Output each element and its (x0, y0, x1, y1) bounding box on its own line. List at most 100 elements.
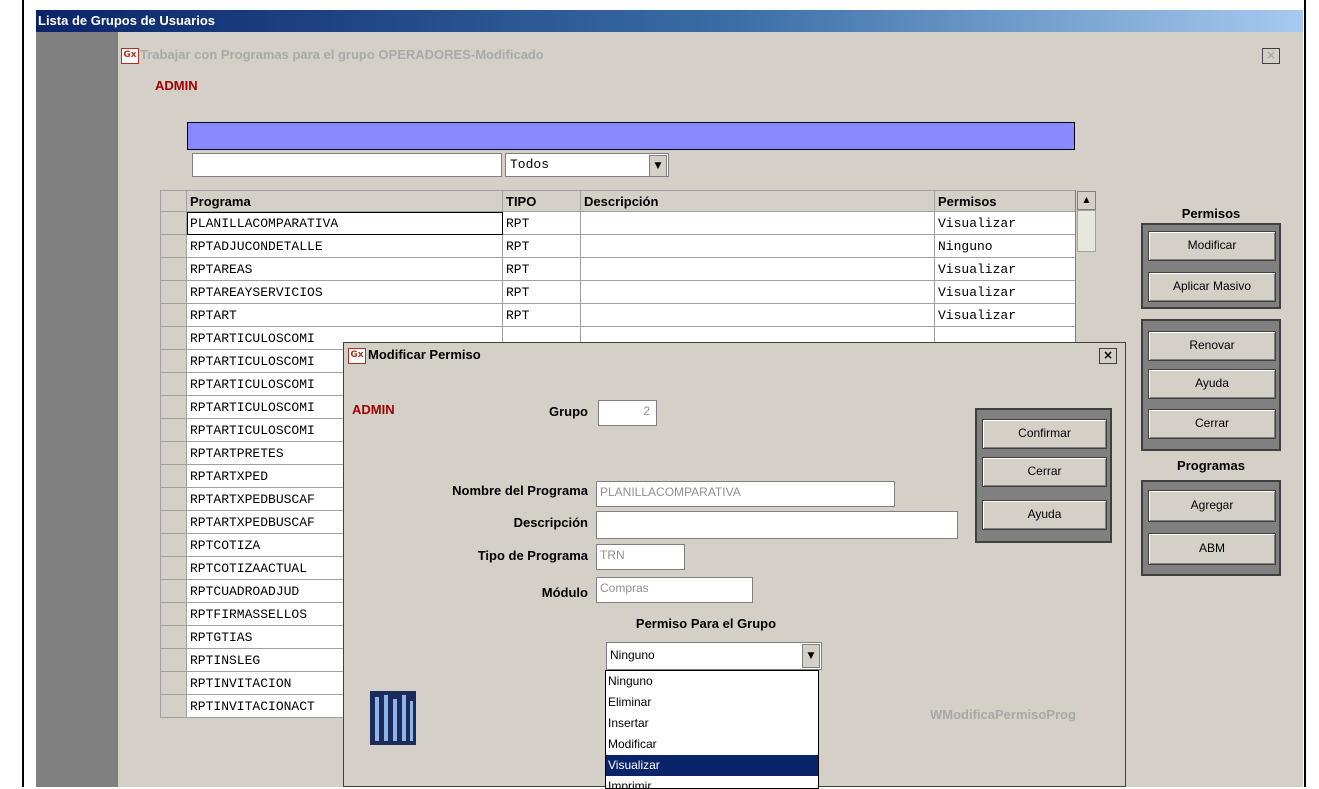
right-border (1304, 0, 1306, 787)
close-icon[interactable]: × (1099, 348, 1117, 364)
permisos-section-label: Permisos (1181, 206, 1241, 221)
renovar-button[interactable]: Renovar (1148, 331, 1276, 361)
nombre-programa-label: Nombre del Programa (452, 483, 588, 498)
row-indicator[interactable] (160, 418, 187, 442)
cell-tipo[interactable]: RPT (502, 211, 581, 235)
modulo-field[interactable]: Compras (596, 577, 753, 603)
dropdown-option[interactable]: Imprimir (606, 776, 818, 788)
row-indicator[interactable] (160, 464, 187, 488)
cell-descripcion[interactable] (580, 257, 935, 281)
dropdown-option[interactable]: Modificar (606, 734, 818, 755)
program-filter-input[interactable] (192, 153, 502, 177)
row-indicator[interactable] (160, 510, 187, 534)
row-indicator[interactable] (160, 602, 187, 626)
cell-permisos[interactable]: Ninguno (934, 234, 1077, 258)
cell-tipo[interactable]: RPT (502, 303, 581, 327)
confirmar-button[interactable]: Confirmar (982, 419, 1107, 449)
cell-descripcion[interactable] (580, 280, 935, 304)
close-icon[interactable]: × (1262, 48, 1280, 64)
table-row[interactable]: RPTAREAYSERVICIOS RPT Visualizar (160, 280, 1077, 304)
dropdown-option[interactable]: Eliminar (606, 692, 818, 713)
permiso-dropdown-list[interactable]: Ninguno Eliminar Insertar Modificar Visualiz… (605, 670, 819, 789)
row-indicator[interactable] (160, 694, 187, 718)
cerrar-button[interactable]: Cerrar (1148, 409, 1276, 439)
child-window-titlebar: Gx Trabajar con Programas para el grupo … (118, 44, 1286, 66)
agregar-button[interactable]: Agregar (1148, 490, 1276, 522)
grupo-field[interactable]: 2 (598, 400, 657, 426)
row-indicator[interactable] (160, 280, 187, 304)
row-indicator[interactable] (160, 349, 187, 373)
cell-permisos[interactable]: Visualizar (934, 211, 1077, 235)
row-indicator[interactable] (160, 671, 187, 695)
row-indicator[interactable] (160, 257, 187, 281)
row-indicator[interactable] (160, 395, 187, 419)
dialog-user-label: ADMIN (352, 402, 395, 417)
ayuda-button[interactable]: Ayuda (1148, 369, 1276, 399)
table-row[interactable]: RPTART RPT Visualizar (160, 303, 1077, 327)
cell-programa[interactable]: RPTART (186, 303, 503, 327)
dialog-title: Modificar Permiso (368, 347, 481, 362)
aplicar-masivo-button[interactable]: Aplicar Masivo (1148, 272, 1276, 302)
modificar-button[interactable]: Modificar (1148, 231, 1276, 261)
row-indicator[interactable] (160, 303, 187, 327)
row-indicator[interactable] (160, 211, 187, 235)
cell-programa[interactable]: RPTADJUCONDETALLE (186, 234, 503, 258)
descripcion-field[interactable] (596, 511, 958, 539)
tipo-filter-select[interactable]: Todos ▼ (505, 153, 669, 177)
abm-button[interactable]: ABM (1148, 533, 1276, 565)
tipo-filter-value: Todos (510, 157, 550, 172)
chevron-down-icon[interactable]: ▼ (802, 644, 820, 668)
cell-permisos[interactable]: Visualizar (934, 280, 1077, 304)
grid-header-band (187, 122, 1075, 150)
arrow-up-icon[interactable]: ▲ (1077, 191, 1096, 210)
row-indicator[interactable] (160, 326, 187, 350)
grid-header-row: Programa TIPO Descripción Permisos (160, 190, 1077, 212)
row-indicator[interactable] (160, 487, 187, 511)
gx-window-icon: Gx (348, 348, 366, 364)
table-row[interactable]: PLANILLACOMPARATIVA RPT Visualizar (160, 211, 1077, 235)
chevron-down-icon[interactable]: ▼ (649, 155, 667, 177)
descripcion-label: Descripción (513, 515, 588, 530)
cell-permisos[interactable]: Visualizar (934, 303, 1077, 327)
gx-window-icon: Gx (121, 48, 139, 64)
grid-corner (160, 190, 187, 212)
row-indicator[interactable] (160, 441, 187, 465)
permiso-grupo-select[interactable]: Ninguno ▼ (606, 642, 822, 670)
cell-programa[interactable]: PLANILLACOMPARATIVA (186, 211, 503, 235)
dropdown-option[interactable]: Visualizar (606, 755, 818, 776)
scroll-thumb[interactable] (1077, 210, 1096, 252)
cell-programa[interactable]: RPTAREAS (186, 257, 503, 281)
row-indicator[interactable] (160, 234, 187, 258)
cell-permisos[interactable]: Visualizar (934, 257, 1077, 281)
grupo-label: Grupo (549, 404, 588, 419)
dropdown-option[interactable]: Ninguno (606, 671, 818, 692)
table-row[interactable]: RPTAREAS RPT Visualizar (160, 257, 1077, 281)
form-watermark: WModificaPermisoProg (930, 707, 1076, 722)
row-indicator[interactable] (160, 625, 187, 649)
dialog-titlebar: Gx Modificar Permiso × (344, 343, 1125, 367)
column-header-programa[interactable]: Programa (186, 190, 503, 212)
tipo-programa-field[interactable]: TRN (596, 544, 685, 570)
cell-tipo[interactable]: RPT (502, 257, 581, 281)
cell-descripcion[interactable] (580, 234, 935, 258)
row-indicator[interactable] (160, 648, 187, 672)
nombre-programa-field[interactable]: PLANILLACOMPARATIVA (596, 481, 895, 507)
column-header-descripcion[interactable]: Descripción (580, 190, 935, 212)
dropdown-option[interactable]: Insertar (606, 713, 818, 734)
column-header-permisos[interactable]: Permisos (934, 190, 1077, 212)
row-indicator[interactable] (160, 556, 187, 580)
cell-descripcion[interactable] (580, 303, 935, 327)
column-header-tipo[interactable]: TIPO (502, 190, 581, 212)
outer-window-left-strip (36, 32, 118, 787)
cell-descripcion[interactable] (580, 211, 935, 235)
dialog-ayuda-button[interactable]: Ayuda (982, 500, 1107, 530)
user-label: ADMIN (155, 78, 198, 93)
row-indicator[interactable] (160, 579, 187, 603)
table-row[interactable]: RPTADJUCONDETALLE RPT Ninguno (160, 234, 1077, 258)
cell-tipo[interactable]: RPT (502, 280, 581, 304)
cell-tipo[interactable]: RPT (502, 234, 581, 258)
row-indicator[interactable] (160, 372, 187, 396)
dialog-cerrar-button[interactable]: Cerrar (982, 457, 1107, 487)
cell-programa[interactable]: RPTAREAYSERVICIOS (186, 280, 503, 304)
row-indicator[interactable] (160, 533, 187, 557)
